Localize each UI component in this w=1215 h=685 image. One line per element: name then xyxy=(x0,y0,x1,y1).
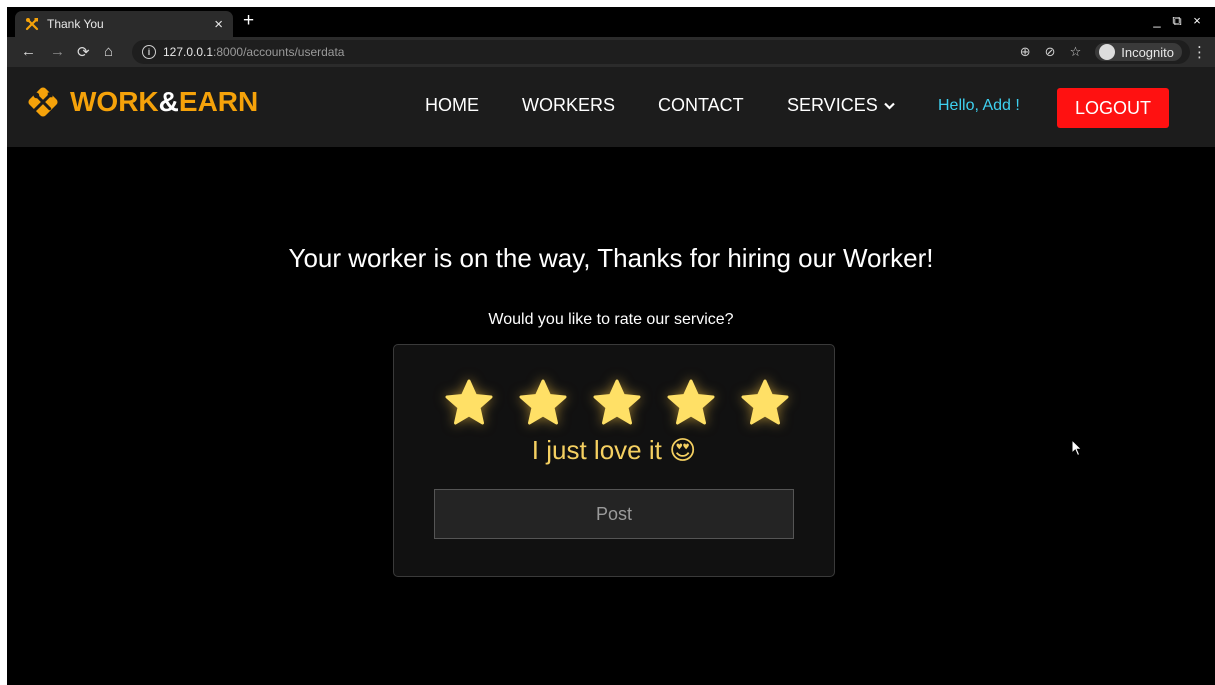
nav-workers[interactable]: WORKERS xyxy=(522,95,615,116)
info-icon[interactable]: i xyxy=(142,45,156,59)
omnibox-actions: ⊕ ⊘ ☆ Incognito xyxy=(1020,43,1182,61)
nav-home[interactable]: HOME xyxy=(425,95,479,116)
close-tab-icon[interactable]: × xyxy=(214,17,223,32)
reload-icon[interactable]: ⟳ xyxy=(77,43,90,61)
bookmark-star-icon[interactable]: ☆ xyxy=(1070,44,1082,60)
brand-name: WORK&EARN xyxy=(70,86,259,117)
browser-toolbar: ← → ⟳ ⌂ i 127.0.0.1:8000/accounts/userda… xyxy=(7,37,1215,67)
mouse-cursor-icon xyxy=(1071,439,1083,457)
menu-kebab-icon[interactable]: ⋮ xyxy=(1192,43,1207,61)
tools-icon xyxy=(25,18,39,31)
new-tab-button[interactable]: + xyxy=(243,10,254,32)
tab-title: Thank You xyxy=(47,17,104,31)
nav-home-wrap: HOME xyxy=(425,95,479,116)
post-button[interactable]: Post xyxy=(434,489,794,539)
incognito-badge[interactable]: Incognito xyxy=(1095,43,1182,61)
rating-card: I just love it 😍 Post xyxy=(393,344,835,577)
eye-off-icon[interactable]: ⊘ xyxy=(1045,44,1056,60)
thank-you-headline: Your worker is on the way, Thanks for hi… xyxy=(288,243,934,273)
rating-feedback-text: I just love it 😍 xyxy=(531,435,697,465)
browser-window: Thank You × + _ ⧉ × ← → ⟳ ⌂ i 127.0.0.1:… xyxy=(7,7,1215,685)
rate-prompt: Would you like to rate our service? xyxy=(488,311,734,328)
star-icon-4[interactable] xyxy=(666,378,716,428)
incognito-label: Incognito xyxy=(1121,44,1174,60)
tools-logo-icon xyxy=(28,87,58,117)
star-icon-5[interactable] xyxy=(740,378,790,428)
window-controls: _ ⧉ × xyxy=(1147,13,1207,29)
zoom-icon[interactable]: ⊕ xyxy=(1020,44,1031,60)
address-bar[interactable]: i 127.0.0.1:8000/accounts/userdata ⊕ ⊘ ☆… xyxy=(132,40,1190,64)
back-arrow-icon[interactable]: ← xyxy=(21,43,36,60)
url-text: 127.0.0.1:8000/accounts/userdata xyxy=(163,45,345,59)
star-icon-1[interactable] xyxy=(444,378,494,428)
nav-workers-wrap: WORKERS xyxy=(522,95,615,116)
chevron-down-icon[interactable] xyxy=(883,102,895,110)
logout-button[interactable]: LOGOUT xyxy=(1057,88,1169,128)
tab-strip: Thank You × + _ ⧉ × xyxy=(7,7,1215,37)
star-icon-2[interactable] xyxy=(518,378,568,428)
user-greeting: Hello, Add ! xyxy=(938,97,1020,114)
nav-services[interactable]: SERVICES xyxy=(787,95,878,116)
nav-contact-wrap: CONTACT xyxy=(658,95,744,116)
restore-button[interactable]: ⧉ xyxy=(1167,13,1187,29)
incognito-icon xyxy=(1099,44,1116,60)
home-icon[interactable]: ⌂ xyxy=(104,43,113,60)
site-navbar: WORK&EARN HOME WORKERS CONTACT SERVICES … xyxy=(7,67,1215,147)
nav-contact[interactable]: CONTACT xyxy=(658,95,744,116)
forward-arrow-icon[interactable]: → xyxy=(50,43,65,60)
close-window-button[interactable]: × xyxy=(1187,13,1207,29)
browser-tab[interactable]: Thank You × xyxy=(15,11,233,37)
star-icon-3[interactable] xyxy=(592,378,642,428)
site-logo[interactable]: WORK&EARN xyxy=(24,83,258,121)
nav-services-wrap: SERVICES xyxy=(787,95,895,116)
minimize-button[interactable]: _ xyxy=(1147,13,1167,29)
star-rating xyxy=(444,378,790,428)
